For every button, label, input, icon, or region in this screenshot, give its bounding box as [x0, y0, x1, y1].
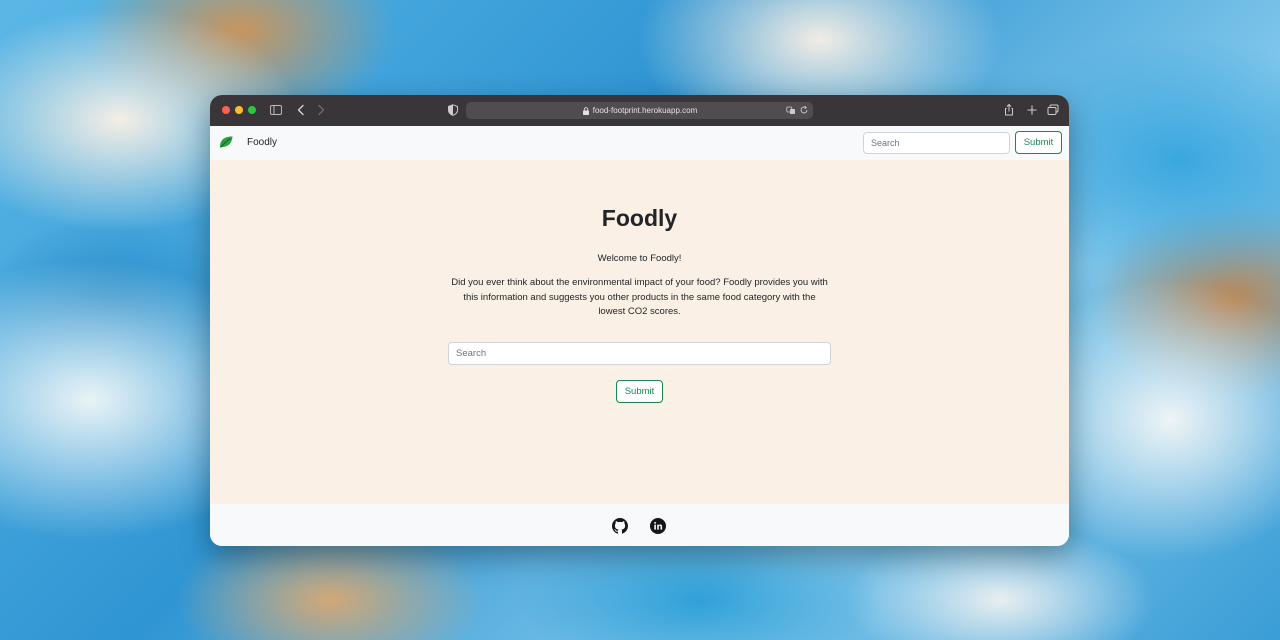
- leaf-logo-icon[interactable]: [218, 135, 234, 149]
- forward-arrow-icon[interactable]: [314, 103, 328, 117]
- address-bar[interactable]: food-footprint.herokuapp.com: [466, 102, 813, 119]
- address-bar-url: food-footprint.herokuapp.com: [592, 106, 698, 115]
- navbar-submit-button[interactable]: Submit: [1015, 131, 1062, 154]
- main-submit-button[interactable]: Submit: [616, 380, 663, 403]
- linkedin-link[interactable]: [650, 518, 666, 534]
- share-icon[interactable]: [1002, 103, 1016, 117]
- main-search-input[interactable]: [448, 342, 831, 365]
- site-footer: [210, 504, 1069, 546]
- lock-icon: [582, 106, 589, 115]
- minimize-window-button[interactable]: [235, 106, 243, 114]
- github-link[interactable]: [612, 518, 628, 534]
- page-title: Foodly: [601, 205, 678, 231]
- fullscreen-window-button[interactable]: [248, 106, 256, 114]
- brand-link[interactable]: Foodly: [247, 137, 277, 148]
- github-icon: [612, 518, 628, 534]
- reload-icon[interactable]: [799, 104, 809, 116]
- navbar-search-input[interactable]: [863, 132, 1010, 154]
- linkedin-icon: [650, 518, 666, 534]
- privacy-shield-icon[interactable]: [446, 103, 460, 117]
- close-window-button[interactable]: [222, 106, 230, 114]
- new-tab-plus-icon[interactable]: [1025, 103, 1039, 117]
- translate-icon[interactable]: [786, 104, 796, 116]
- browser-titlebar: food-footprint.herokuapp.com: [210, 95, 1069, 126]
- welcome-text: Welcome to Foodly!: [597, 253, 682, 264]
- tab-overview-icon[interactable]: [1046, 103, 1060, 117]
- sidebar-toggle-icon[interactable]: [269, 103, 283, 117]
- site-navbar: Foodly Submit: [210, 126, 1069, 160]
- traffic-lights: [222, 106, 256, 114]
- description-text: Did you ever think about the environment…: [451, 277, 828, 317]
- browser-window: food-footprint.herokuapp.com Foodly Sear…: [210, 95, 1069, 546]
- back-arrow-icon[interactable]: [294, 103, 308, 117]
- main-content: Foodly Welcome to Foodly! Did you ever t…: [210, 160, 1069, 504]
